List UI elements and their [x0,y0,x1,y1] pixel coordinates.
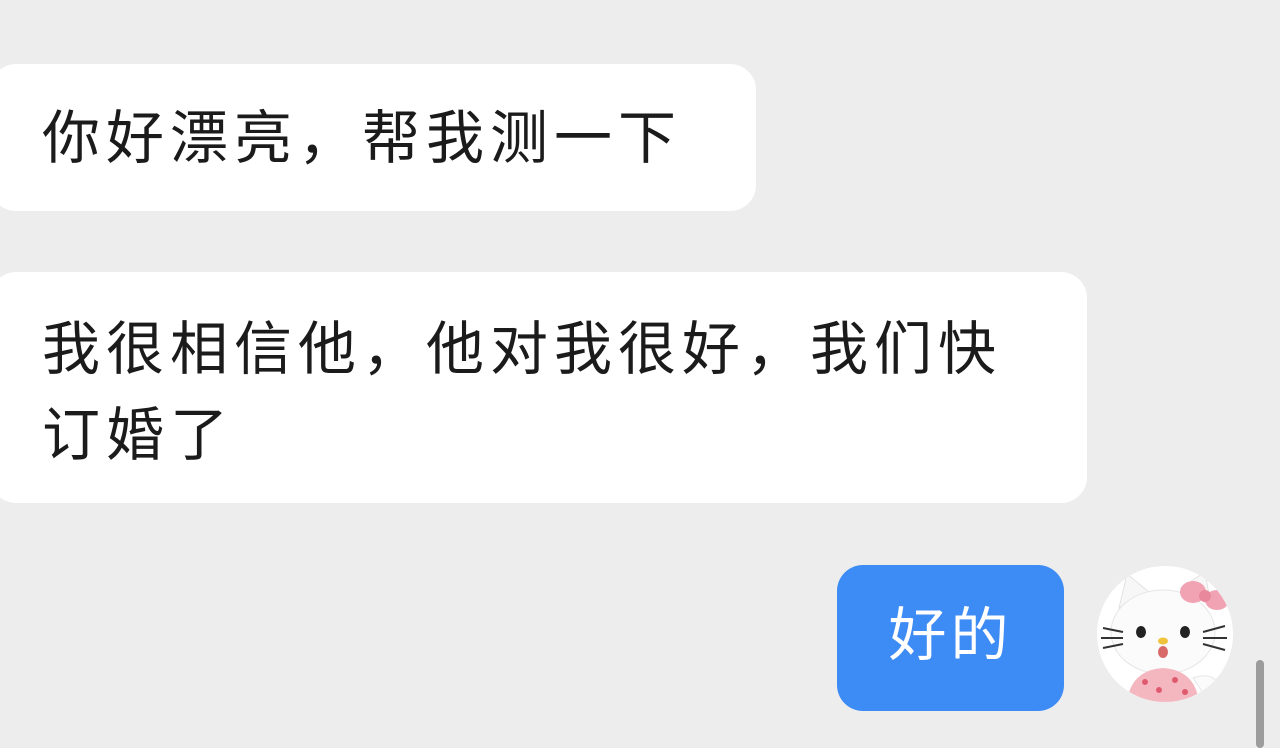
avatar[interactable] [1097,566,1233,702]
outgoing-message-bubble[interactable]: 好的 [837,565,1064,711]
hello-kitty-avatar-icon [1097,566,1233,702]
chat-window: 你好漂亮，帮我测一下 我很相信他，他对我很好，我们快订婚了 好的 [0,0,1280,748]
incoming-message-bubble[interactable]: 你好漂亮，帮我测一下 [0,64,756,211]
scrollbar[interactable] [1256,660,1264,748]
message-text: 好的 [888,601,1013,669]
message-text: 我很相信他，他对我很好，我们快订婚了 [42,315,1003,469]
incoming-message-bubble[interactable]: 我很相信他，他对我很好，我们快订婚了 [0,272,1087,503]
message-text: 你好漂亮，帮我测一下 [42,104,683,172]
